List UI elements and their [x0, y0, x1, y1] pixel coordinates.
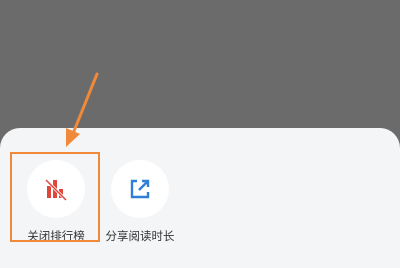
share-reading-icon-circle	[111, 160, 169, 218]
annotation-highlight-box	[10, 152, 100, 242]
share-reading-label: 分享阅读时长	[105, 229, 175, 243]
share-external-icon	[130, 179, 150, 199]
share-reading-time-button[interactable]: 分享阅读时长	[94, 156, 186, 244]
